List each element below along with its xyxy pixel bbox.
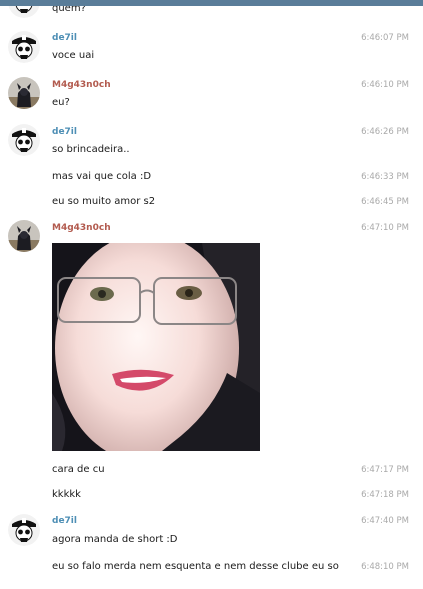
sender-name[interactable]: M4g43n0ch bbox=[52, 80, 111, 90]
skull-avatar-icon bbox=[8, 124, 40, 156]
photo-image bbox=[52, 243, 260, 451]
skull-avatar-icon bbox=[8, 31, 40, 63]
sender-name[interactable]: de7il bbox=[52, 516, 77, 526]
message-text: quem? bbox=[52, 6, 86, 14]
message-time: 6:46:45 PM bbox=[361, 197, 409, 207]
message-time: 6:46:33 PM bbox=[361, 172, 409, 182]
message-text: eu? bbox=[52, 97, 70, 108]
message-text: agora manda de short :D bbox=[52, 534, 178, 545]
avatar-m4g43n0ch[interactable] bbox=[8, 77, 40, 109]
avatar-de7il[interactable] bbox=[8, 514, 40, 546]
shared-photo[interactable] bbox=[52, 243, 260, 451]
message-time: 6:46:10 PM bbox=[361, 80, 409, 90]
message-text: eu so muito amor s2 bbox=[52, 196, 156, 207]
sender-name[interactable]: M4g43n0ch bbox=[52, 223, 111, 233]
avatar-de7il[interactable] bbox=[8, 31, 40, 63]
avatar-de7il[interactable] bbox=[8, 6, 40, 18]
message-time: 6:46:26 PM bbox=[361, 127, 409, 137]
message-text: kkkkk bbox=[52, 489, 81, 500]
message-time: 6:47:40 PM bbox=[361, 516, 409, 526]
avatar-m4g43n0ch[interactable] bbox=[8, 220, 40, 252]
avatar-de7il[interactable] bbox=[8, 124, 40, 156]
dark-figure-avatar-icon bbox=[8, 220, 40, 252]
message-time: 6:47:17 PM bbox=[361, 465, 409, 475]
message-time: 6:48:10 PM bbox=[361, 562, 409, 572]
message-time: 6:47:18 PM bbox=[361, 490, 409, 500]
skull-avatar-icon bbox=[8, 6, 40, 18]
message-time: 6:46:07 PM bbox=[361, 33, 409, 43]
sender-name[interactable]: de7il bbox=[52, 127, 77, 137]
message-text: eu so falo merda nem esquenta e nem dess… bbox=[52, 561, 339, 572]
chat-history[interactable]: quem? de7il 6:46:07 PM voce uai M4g43n0c… bbox=[0, 6, 423, 589]
message-text: cara de cu bbox=[52, 464, 105, 475]
sender-name[interactable]: de7il bbox=[52, 33, 77, 43]
dark-figure-avatar-icon bbox=[8, 77, 40, 109]
message-text: voce uai bbox=[52, 50, 95, 61]
message-text: mas vai que cola :D bbox=[52, 171, 152, 182]
message-text: so brincadeira.. bbox=[52, 144, 130, 155]
message-time: 6:47:10 PM bbox=[361, 223, 409, 233]
skull-avatar-icon bbox=[8, 514, 40, 546]
